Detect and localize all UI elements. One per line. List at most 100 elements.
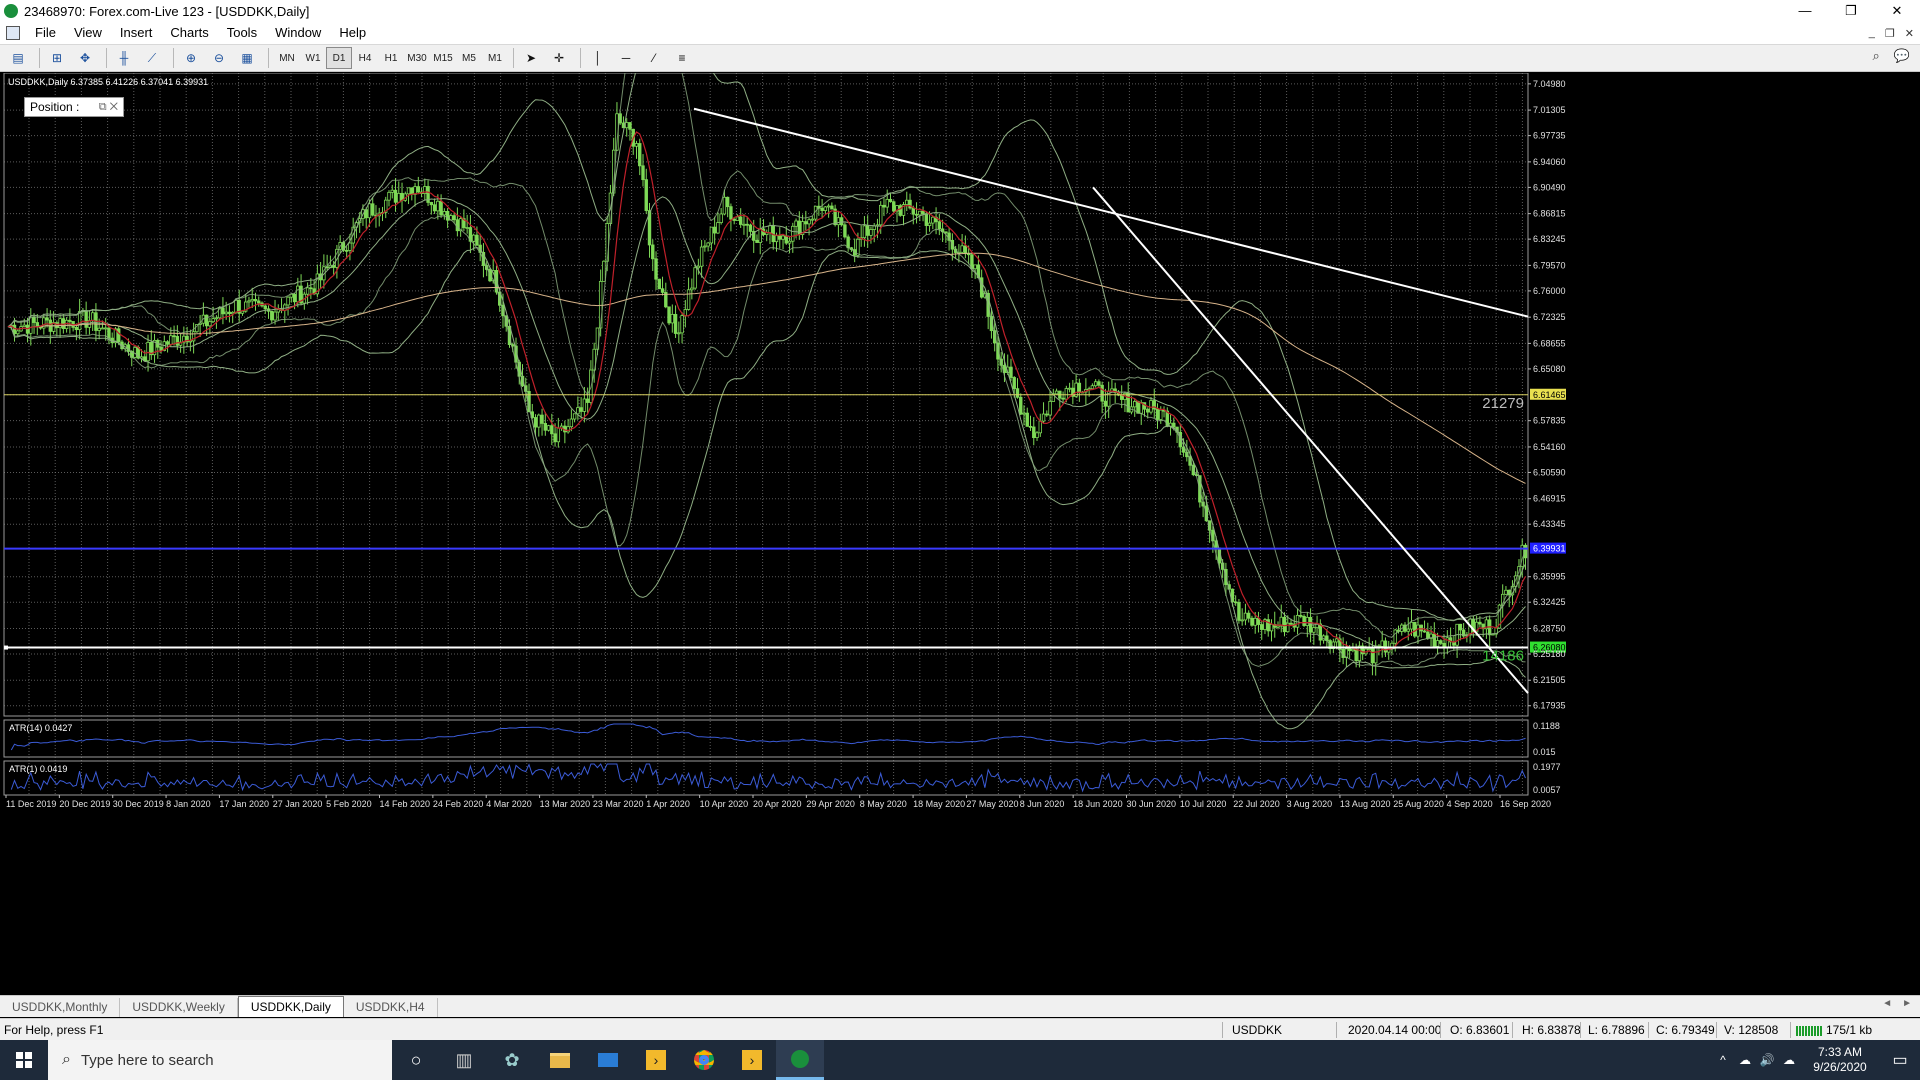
candle-body <box>625 122 629 129</box>
timeframe-w1-button[interactable]: W1 <box>300 47 326 69</box>
tab-scroll-right-icon[interactable]: ► <box>1902 998 1912 1009</box>
horizontal-line-icon[interactable]: ─ <box>614 47 638 69</box>
chart-document-icon[interactable] <box>6 26 20 40</box>
candle-body <box>579 407 583 412</box>
candle-body <box>1299 614 1303 617</box>
line-chart-icon[interactable]: ⟋ <box>140 47 164 69</box>
new-chart-icon[interactable]: ▤ <box>6 47 30 69</box>
menu-help[interactable]: Help <box>330 22 375 44</box>
market-watch-icon[interactable]: ⊞ <box>45 47 69 69</box>
taskbar-search[interactable]: ⌕ Type here to search <box>48 1040 392 1080</box>
network-icon[interactable]: ☁ <box>1734 1053 1756 1067</box>
mt4-window: 23468970: Forex.com-Live 123 - [USDDKK,D… <box>0 0 1920 1080</box>
timeframe-m15-button[interactable]: M15 <box>430 47 456 69</box>
candle-body <box>823 206 828 211</box>
status-volume: V: 128508 <box>1724 1023 1779 1037</box>
volume-icon[interactable]: 🔊 <box>1756 1053 1778 1067</box>
menu-window[interactable]: Window <box>266 22 330 44</box>
zoom-in-icon[interactable]: ⊕ <box>179 47 203 69</box>
candle-body <box>1019 396 1023 415</box>
position-widget[interactable]: Position : ⧉ ✕ <box>24 97 124 117</box>
status-open: O: 6.83601 <box>1450 1023 1510 1037</box>
timeframe-d1-button[interactable]: D1 <box>326 47 352 69</box>
tab-usddkk-weekly[interactable]: USDDKK,Weekly <box>120 998 238 1017</box>
mdi-minimize-button[interactable]: _ <box>1869 27 1875 40</box>
zoom-out-icon[interactable]: ⊖ <box>207 47 231 69</box>
candle-body <box>826 205 831 208</box>
mdi-restore-button[interactable]: ❐ <box>1885 27 1895 40</box>
price-axis-label: 6.79570 <box>1533 260 1566 270</box>
menu-file[interactable]: File <box>26 22 65 44</box>
mail-app-icon[interactable] <box>584 1040 632 1080</box>
navigator-icon[interactable]: ✥ <box>73 47 97 69</box>
tab-usddkk-daily[interactable]: USDDKK,Daily <box>237 996 344 1017</box>
price-chart[interactable]: 21279 14186 7.04980 7.01305 6.97735 6.94060 6.… <box>0 73 1920 993</box>
trendline-icon[interactable]: ⁄ <box>642 47 666 69</box>
notification-center-icon[interactable]: ▭ <box>1880 1050 1920 1070</box>
tile-windows-icon[interactable]: ▦ <box>235 47 259 69</box>
candle-body <box>657 278 661 290</box>
task-view-icon[interactable]: ○ <box>392 1040 440 1080</box>
date-axis-label: 27 Jan 2020 <box>273 799 323 809</box>
plex-app-icon[interactable]: › <box>632 1040 680 1080</box>
menu-tools[interactable]: Tools <box>218 22 266 44</box>
tab-usddkk-h4[interactable]: USDDKK,H4 <box>344 998 438 1017</box>
browser-app-icon[interactable]: ✿ <box>488 1040 536 1080</box>
candle-body <box>100 327 105 330</box>
mdi-close-button[interactable]: ✕ <box>1905 27 1914 40</box>
candle-body <box>778 235 782 240</box>
menu-insert[interactable]: Insert <box>111 22 162 44</box>
close-button[interactable]: ✕ <box>1874 0 1920 22</box>
candle-body <box>693 267 697 289</box>
atr1-label: ATR(1) 0.0419 <box>9 764 67 774</box>
date-axis-label: 30 Jun 2020 <box>1127 799 1177 809</box>
candle-body <box>774 235 779 243</box>
crosshair-icon[interactable]: ✛ <box>547 47 571 69</box>
taskbar-clock[interactable]: 7:33 AM 9/26/2020 <box>1800 1045 1880 1075</box>
timeframe-m30-button[interactable]: M30 <box>404 47 430 69</box>
plex-app-icon-2[interactable]: › <box>728 1040 776 1080</box>
menu-charts[interactable]: Charts <box>161 22 217 44</box>
cursor-icon[interactable]: ➤ <box>519 47 543 69</box>
candle-body <box>1282 616 1287 633</box>
chat-icon[interactable]: 💬 <box>1894 48 1910 64</box>
start-button[interactable] <box>0 1040 48 1080</box>
candle-body <box>68 319 72 322</box>
tab-scroll-left-icon[interactable]: ◄ <box>1882 998 1892 1009</box>
candle-body <box>32 316 36 323</box>
forex-app-icon[interactable] <box>776 1040 824 1080</box>
candle-body <box>667 306 671 324</box>
price-axis-label: 6.97735 <box>1533 131 1566 141</box>
candle-body <box>1246 612 1251 619</box>
status-datetime: 2020.04.14 00:00 <box>1348 1023 1442 1037</box>
channel-icon[interactable]: ≡ <box>670 47 694 69</box>
file-explorer-icon[interactable] <box>536 1040 584 1080</box>
candle-body <box>397 192 401 203</box>
maximize-button[interactable]: ❐ <box>1828 0 1874 22</box>
timeframe-h4-button[interactable]: H4 <box>352 47 378 69</box>
candle-body <box>748 224 753 232</box>
status-divider <box>1790 1022 1791 1038</box>
timeframe-m1-button[interactable]: M1 <box>482 47 508 69</box>
position-widget-close-icon[interactable]: ⧉ ✕ <box>99 101 118 114</box>
search-icon[interactable]: ⌕ <box>1873 48 1880 64</box>
candle-body <box>371 203 375 216</box>
vertical-line-icon[interactable]: │ <box>586 47 610 69</box>
menu-view[interactable]: View <box>65 22 111 44</box>
tray-overflow-icon[interactable]: ^ <box>1712 1053 1734 1067</box>
timeframe-h1-button[interactable]: H1 <box>378 47 404 69</box>
candle-body <box>305 287 310 295</box>
onedrive-icon[interactable]: ☁ <box>1778 1053 1800 1067</box>
timeframe-m5-button[interactable]: M5 <box>456 47 482 69</box>
candle-body <box>673 313 678 334</box>
tab-usddkk-monthly[interactable]: USDDKK,Monthly <box>0 998 121 1017</box>
level-handle <box>4 645 8 650</box>
chrome-app-icon[interactable] <box>680 1040 728 1080</box>
file-manager-app-icon[interactable]: ▥ <box>440 1040 488 1080</box>
chart-area[interactable]: 21279 14186 7.04980 7.01305 6.97735 6.94060 6.… <box>0 73 1920 993</box>
timeframe-mn-button[interactable]: MN <box>274 47 300 69</box>
minimize-button[interactable]: — <box>1782 0 1828 22</box>
candle-body <box>1260 624 1264 630</box>
bar-chart-icon[interactable]: ╫ <box>112 47 136 69</box>
candle-body <box>429 202 434 206</box>
